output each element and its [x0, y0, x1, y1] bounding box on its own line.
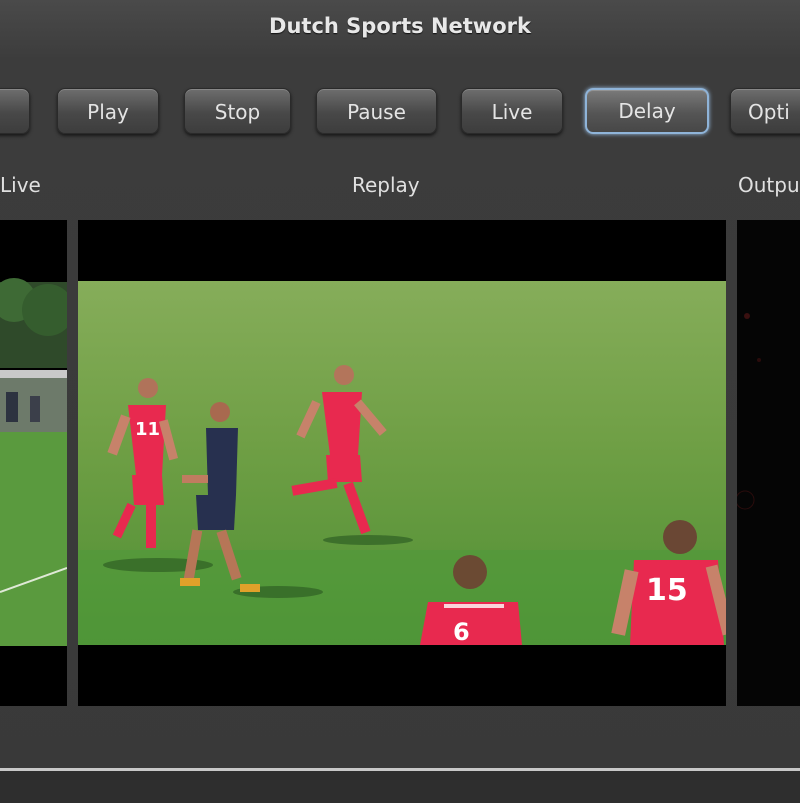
live-video-panel[interactable] [0, 220, 67, 706]
replay-video-frame: 11 6 15 [78, 220, 726, 706]
delay-button[interactable]: Delay [585, 88, 709, 134]
live-button[interactable]: Live [461, 88, 563, 134]
pause-button[interactable]: Pause [316, 88, 437, 134]
output-video-frame [737, 220, 800, 706]
stop-button[interactable]: Stop [184, 88, 291, 134]
app-title: Dutch Sports Network [269, 14, 531, 38]
jersey-number: 15 [646, 573, 688, 608]
app-window: Dutch Sports Network Play Stop Pause Liv… [0, 0, 800, 803]
title-bar: Dutch Sports Network [0, 0, 800, 52]
toolbar: Play Stop Pause Live Delay Opti [0, 88, 800, 142]
live-video-frame [0, 220, 67, 706]
replay-section-label: Replay [352, 173, 420, 197]
video-panels: 11 6 15 [0, 220, 800, 706]
output-section-label: Outpu [738, 173, 800, 197]
jersey-number: 11 [135, 419, 160, 440]
output-video-panel[interactable] [737, 220, 800, 706]
live-section-label: Live [0, 173, 41, 197]
section-labels: Live Replay Outpu [0, 168, 800, 202]
replay-video-panel[interactable]: 11 6 15 [78, 220, 726, 706]
jersey-number: 6 [453, 618, 470, 646]
play-button[interactable]: Play [57, 88, 159, 134]
options-button[interactable]: Opti [730, 88, 800, 134]
bottom-status-bar [0, 768, 800, 803]
toolbar-button-cut-off[interactable] [0, 88, 30, 134]
